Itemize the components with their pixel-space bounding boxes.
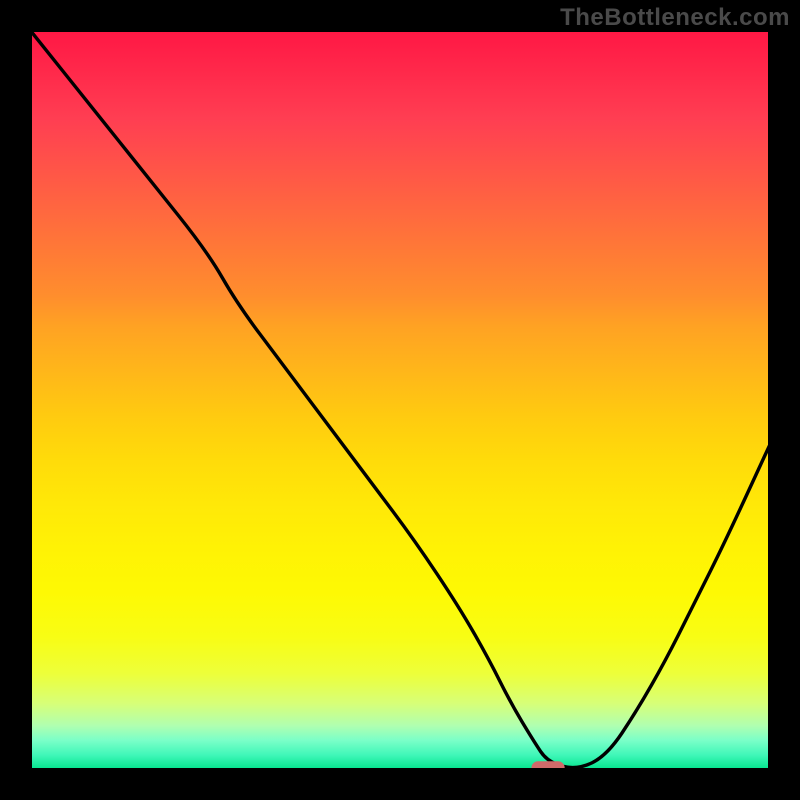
optimal-point-marker xyxy=(531,761,564,770)
watermark-text: TheBottleneck.com xyxy=(560,4,790,32)
curve-layer xyxy=(30,30,770,770)
plot-area xyxy=(30,30,770,770)
chart-container: TheBottleneck.com xyxy=(0,0,800,800)
bottleneck-curve xyxy=(30,30,770,768)
